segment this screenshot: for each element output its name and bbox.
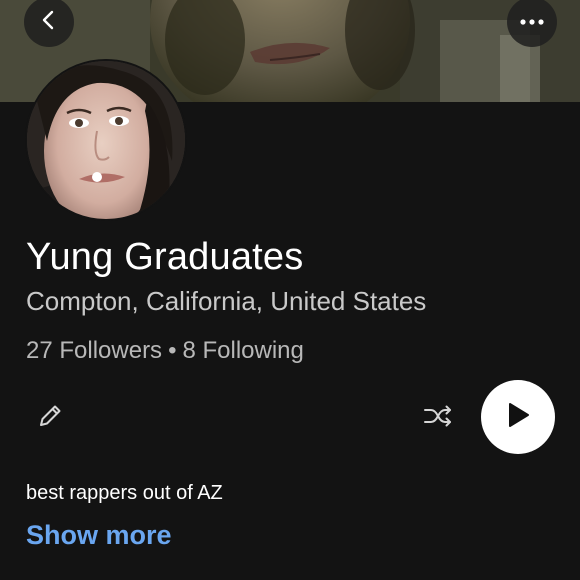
shuffle-button[interactable] bbox=[420, 400, 456, 436]
following-count[interactable]: 8 Following bbox=[182, 337, 303, 364]
play-icon bbox=[505, 401, 531, 434]
shuffle-icon bbox=[422, 402, 454, 435]
ellipsis-icon bbox=[519, 13, 545, 31]
pencil-icon bbox=[35, 401, 65, 436]
followers-count[interactable]: 27 Followers bbox=[26, 337, 162, 364]
play-button[interactable] bbox=[481, 380, 555, 454]
chevron-left-icon bbox=[38, 9, 60, 36]
avatar-photo bbox=[27, 61, 185, 219]
separator-dot: • bbox=[168, 337, 177, 364]
show-more-link[interactable]: Show more bbox=[26, 520, 172, 551]
avatar bbox=[25, 59, 187, 221]
profile-name: Yung Graduates bbox=[26, 236, 304, 278]
profile-bio: best rappers out of AZ bbox=[26, 482, 223, 504]
profile-screen: Yung Graduates Compton, California, Unit… bbox=[0, 0, 580, 580]
edit-profile-button[interactable] bbox=[32, 400, 68, 436]
follow-stats: 27 Followers • 8 Following bbox=[26, 337, 304, 365]
profile-location: Compton, California, United States bbox=[26, 286, 427, 316]
